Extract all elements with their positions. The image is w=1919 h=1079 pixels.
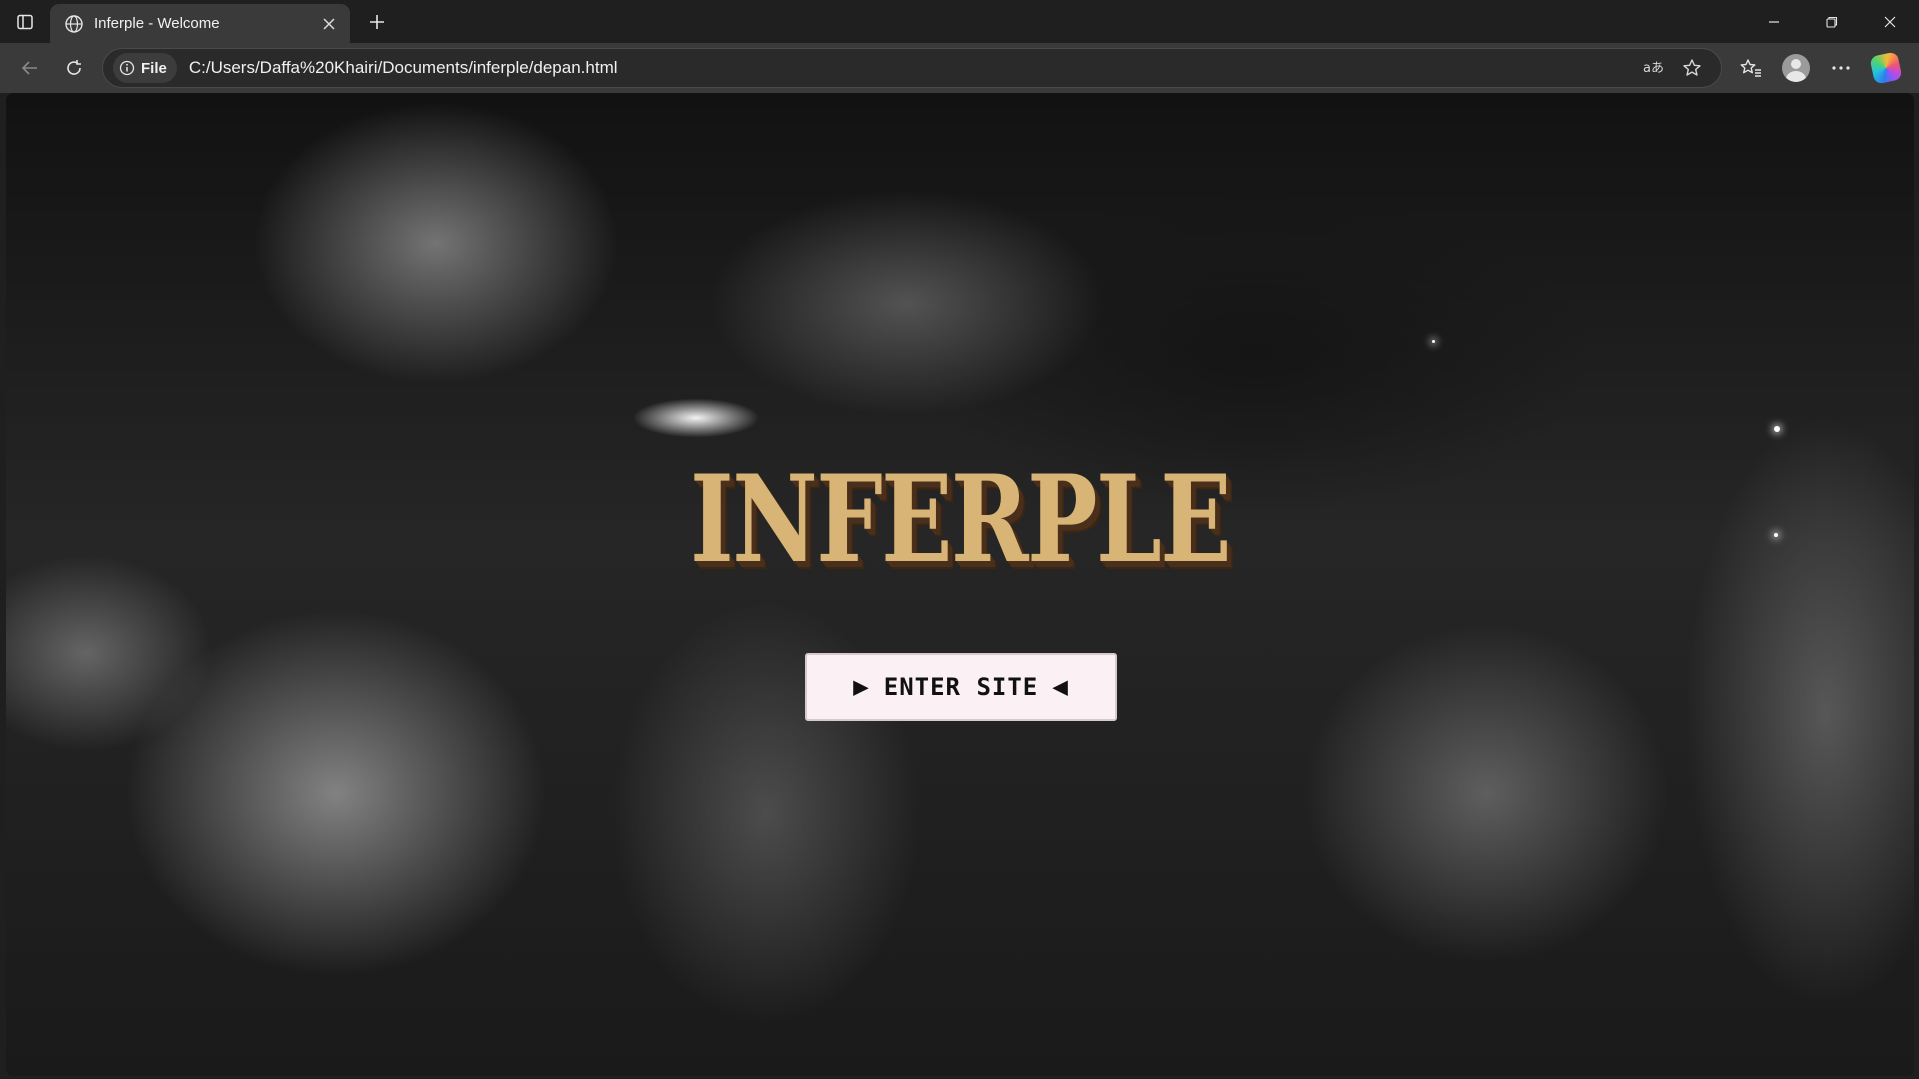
sidebar-icon [17, 14, 33, 29]
site-info-label: File [141, 59, 167, 77]
background-light [1774, 426, 1780, 432]
browser-toolbar: File C:/Users/Daffa%20Khairi/Documents/i… [0, 43, 1919, 93]
globe-icon [65, 14, 83, 33]
arrow-left-icon [21, 61, 37, 75]
tab-title: Inferple - Welcome [94, 15, 220, 32]
favorites-button[interactable] [1728, 48, 1773, 88]
active-tab[interactable]: Inferple - Welcome [50, 4, 350, 43]
tab-actions-button[interactable] [0, 0, 50, 43]
profile-icon [1781, 54, 1810, 82]
window-controls [1745, 0, 1919, 43]
copilot-icon [1868, 51, 1903, 85]
site-logo: INFERPLE [690, 449, 1232, 590]
read-aloud-button[interactable]: aあ [1635, 51, 1673, 85]
restore-icon [1826, 16, 1838, 28]
settings-menu-button[interactable] [1818, 48, 1863, 88]
enter-site-label: ENTER SITE [883, 673, 1039, 701]
toolbar-right [1728, 48, 1908, 88]
star-icon [1683, 59, 1701, 76]
refresh-button[interactable] [52, 48, 96, 88]
back-button[interactable] [8, 48, 52, 88]
site-info-button[interactable]: File [113, 53, 177, 83]
new-tab-button[interactable] [356, 0, 398, 43]
title-bar: Inferple - Welcome [0, 0, 1919, 43]
svg-text:aあ: aあ [1643, 61, 1664, 76]
enter-site-button[interactable]: ▶ ENTER SITE ◀ [805, 653, 1117, 721]
profile-button[interactable] [1773, 48, 1818, 88]
copilot-button[interactable] [1863, 48, 1908, 88]
background-light [1432, 340, 1435, 343]
favorite-button[interactable] [1673, 51, 1711, 85]
play-right-icon: ▶ [853, 672, 870, 702]
minimize-icon [1769, 20, 1779, 23]
url-text[interactable]: C:/Users/Daffa%20Khairi/Documents/inferp… [189, 58, 1635, 78]
address-bar[interactable]: File C:/Users/Daffa%20Khairi/Documents/i… [102, 48, 1722, 88]
close-icon [323, 17, 335, 30]
close-window-button[interactable] [1861, 0, 1919, 43]
page-viewport: INFERPLE ▶ ENTER SITE ◀ [6, 93, 1914, 1076]
tab-close-button[interactable] [318, 13, 340, 35]
refresh-icon [67, 60, 81, 75]
minimize-button[interactable] [1745, 0, 1803, 43]
info-icon [119, 60, 135, 76]
background-light [1774, 533, 1778, 537]
read-aloud-icon: aあ [1643, 61, 1664, 76]
restore-button[interactable] [1803, 0, 1861, 43]
more-icon [1831, 66, 1850, 70]
favorites-icon [1740, 59, 1761, 77]
close-icon [1884, 16, 1896, 27]
play-left-icon: ◀ [1052, 672, 1069, 702]
plus-icon [370, 14, 384, 29]
